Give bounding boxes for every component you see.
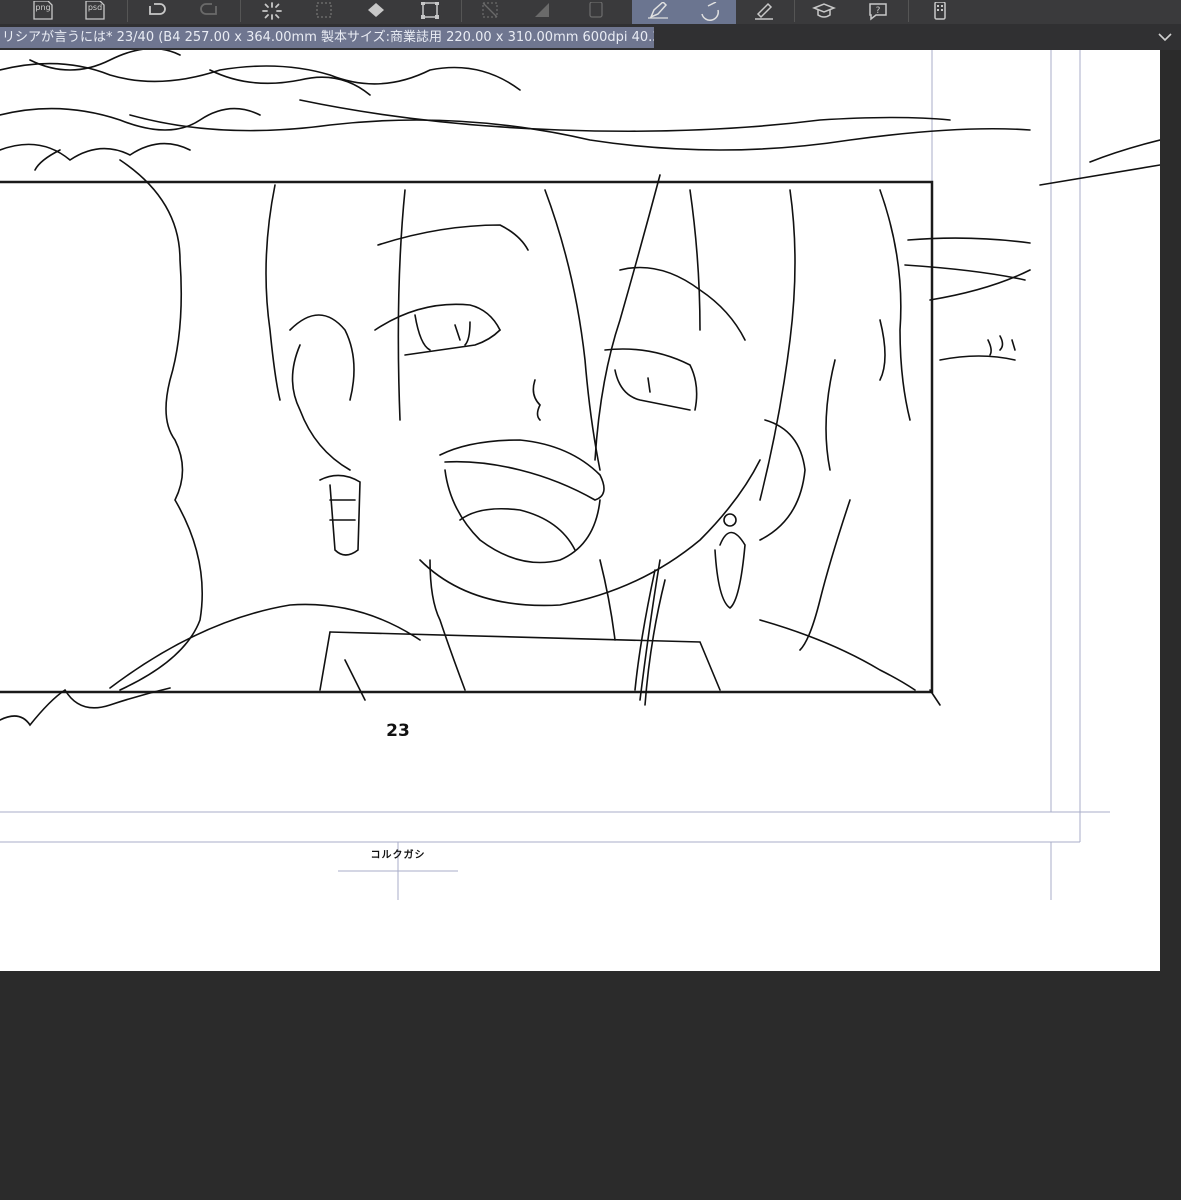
transform-button[interactable] [410, 0, 450, 24]
file-png-icon: png [33, 1, 53, 20]
export-png-button[interactable]: png [22, 0, 62, 24]
pen-pressure-button[interactable] [632, 0, 684, 24]
line-art [0, 50, 1160, 727]
pen-icon [648, 2, 668, 19]
toolbar: png psd ? [0, 0, 1181, 25]
selection-icon [316, 2, 332, 18]
graduation-cap-icon [812, 3, 836, 18]
svg-text:png: png [35, 3, 50, 12]
svg-text:?: ? [876, 6, 881, 16]
export-psd-button[interactable]: psd [74, 0, 114, 24]
page-guide-lines [0, 50, 1110, 900]
help-icon: ? [869, 3, 887, 21]
transform-icon [421, 2, 439, 19]
toolbar-separator [127, 0, 128, 22]
canvas-scroll-gutter[interactable] [1160, 50, 1181, 971]
spinner-icon [262, 2, 282, 20]
toolbar-separator [461, 0, 462, 22]
toolbar-separator [908, 0, 909, 22]
undo-icon [149, 3, 166, 15]
help-button[interactable]: ? [858, 0, 898, 24]
file-psd-icon: psd [85, 1, 105, 20]
workspace-background [0, 971, 1181, 1200]
smartphone-button[interactable] [920, 0, 960, 24]
invert-icon [535, 3, 549, 17]
chevron-down-icon [1158, 33, 1172, 42]
learn-button[interactable] [804, 0, 844, 24]
document-tab-bar: リシアが言うには* 23/40 (B4 257.00 x 364.00mm 製本… [0, 24, 1181, 50]
tab-list-button[interactable] [1155, 28, 1175, 46]
redo-icon [200, 3, 217, 15]
fill-button[interactable] [356, 0, 396, 24]
deselect-button[interactable] [470, 0, 510, 24]
document-tab-title: リシアが言うには* 23/40 (B4 257.00 x 364.00mm 製本… [2, 30, 654, 45]
document-tab[interactable]: リシアが言うには* 23/40 (B4 257.00 x 364.00mm 製本… [0, 27, 654, 48]
stroke-icon [701, 2, 719, 21]
loading-button[interactable] [252, 0, 292, 24]
redo-button[interactable] [190, 0, 230, 24]
undo-button[interactable] [136, 0, 176, 24]
smartphone-icon [934, 2, 946, 20]
page-number: 23 [386, 721, 410, 741]
toolbar-separator [794, 0, 795, 22]
ruler-button[interactable] [744, 0, 784, 24]
svg-text:psd: psd [88, 3, 102, 12]
author-name: コルクガシ [370, 850, 426, 861]
show-selection-button[interactable] [576, 0, 616, 24]
drawing-canvas[interactable]: 23 コルクガシ [0, 50, 1160, 971]
fill-icon [368, 3, 384, 17]
invert-selection-button[interactable] [522, 0, 562, 24]
ruler-icon [755, 2, 773, 20]
toolbar-separator [240, 0, 241, 22]
clear-selection-button[interactable] [304, 0, 344, 24]
deselect-icon [482, 2, 498, 18]
sketch-layer [0, 50, 1160, 900]
selection-area-icon [589, 2, 603, 18]
stabilization-button[interactable] [684, 0, 736, 24]
